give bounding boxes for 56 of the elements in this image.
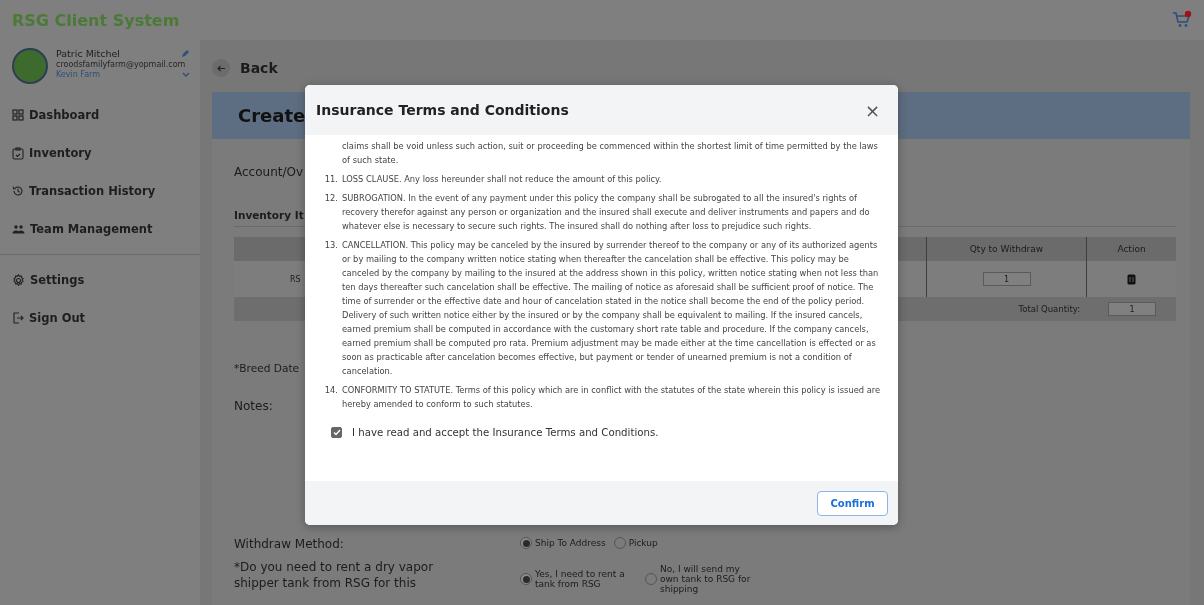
clipboard-icon [12, 146, 24, 160]
question-label: *Do you need to rent a dry vapor shipper tank from RSG for this [234, 559, 435, 591]
user-name: Patric Mitchel [56, 48, 120, 59]
modal-title: Insurance Terms and Conditions [316, 102, 569, 118]
list-number: 12. [323, 192, 338, 205]
qty-input[interactable]: 1 [982, 272, 1031, 286]
list-number: 11. [323, 173, 338, 186]
chevron-down-icon[interactable] [182, 71, 190, 78]
checkmark-icon [332, 429, 341, 436]
radio-button[interactable] [520, 573, 532, 585]
nav-item[interactable]: Transaction History [0, 172, 200, 210]
field-label: Withdraw Method: [234, 537, 345, 551]
field-label: *Breed Date [234, 362, 300, 374]
nav-item[interactable]: Sign Out [0, 299, 200, 337]
settings-icon [12, 273, 25, 287]
app-title: RSG Client System [12, 10, 180, 30]
confirm-button[interactable]: Confirm [817, 490, 888, 516]
nav-item[interactable]: Settings [0, 261, 200, 299]
close-button[interactable]: × [860, 99, 884, 121]
terms-paragraph: SUBROGATION. In the event of any payment under this policy the company shall be subrogated to all the insured's rights of recovery therefor against any person or organization and the insured shall execute and deliver instruments and papers and do whatever else is necessary to secure such rights. The insured shall do nothing after loss to prejudice such rights. [342, 192, 871, 233]
radio-option[interactable]: Ship To Address [520, 537, 606, 549]
field-label: Account/Ov [234, 165, 304, 181]
total-quantity-field: 1 [1108, 302, 1156, 316]
column-header: Qty to Withdraw [926, 237, 1086, 261]
list-number: 14. [323, 384, 338, 397]
total-label: Total Quantity: [1018, 304, 1080, 314]
user-email: croodsfamilyfarm@yopmail.com [56, 60, 187, 69]
nav-item[interactable]: Dashboard [0, 96, 200, 134]
pencil-icon[interactable] [181, 49, 190, 58]
column-header: Action [1086, 237, 1176, 261]
section-title: Inventory It [234, 209, 304, 221]
cart-icon[interactable] [1172, 10, 1192, 30]
field-label: Notes: [234, 399, 273, 413]
terms-paragraph: CONFORMITY TO STATUTE. Terms of this policy which are in conflict with the statutes of the state wherein this policy is issued are hereby amended to conform to such statutes. [342, 384, 882, 411]
terms-paragraph: claims shall be void unless such action, suit or proceeding be commenced within the shortest limit of time permitted by the laws of such state. [342, 140, 879, 167]
radio-button[interactable] [520, 537, 532, 549]
dashboard-icon [12, 109, 24, 121]
back-button[interactable] [212, 59, 230, 77]
terms-paragraph: LOSS CLAUSE. Any loss hereunder shall not reduce the amount of this policy. [342, 173, 663, 186]
accept-checkbox-row[interactable]: I have read and accept the Insurance Terms and Conditions. [331, 427, 659, 438]
radio-option[interactable]: Yes, I need to rent a tank from RSG [520, 569, 631, 589]
nav-item[interactable]: Inventory [0, 134, 200, 172]
history-icon [12, 185, 24, 197]
sign-out-icon [12, 312, 24, 324]
checkbox[interactable] [331, 427, 342, 438]
nav-item[interactable]: Team Management [0, 210, 200, 248]
list-number: 13. [323, 239, 338, 252]
page-title: Create [238, 105, 306, 126]
farm-name[interactable]: Kevin Farm [56, 70, 101, 79]
back-label[interactable]: Back [240, 60, 278, 76]
back-arrow-icon [216, 64, 226, 72]
avatar [12, 48, 48, 84]
trash-icon[interactable] [1127, 273, 1136, 285]
radio-option[interactable]: Pickup [613, 537, 658, 549]
radio-option[interactable]: No, I will send my own tank to RSG for shipping [645, 564, 756, 594]
team-icon [12, 224, 25, 234]
